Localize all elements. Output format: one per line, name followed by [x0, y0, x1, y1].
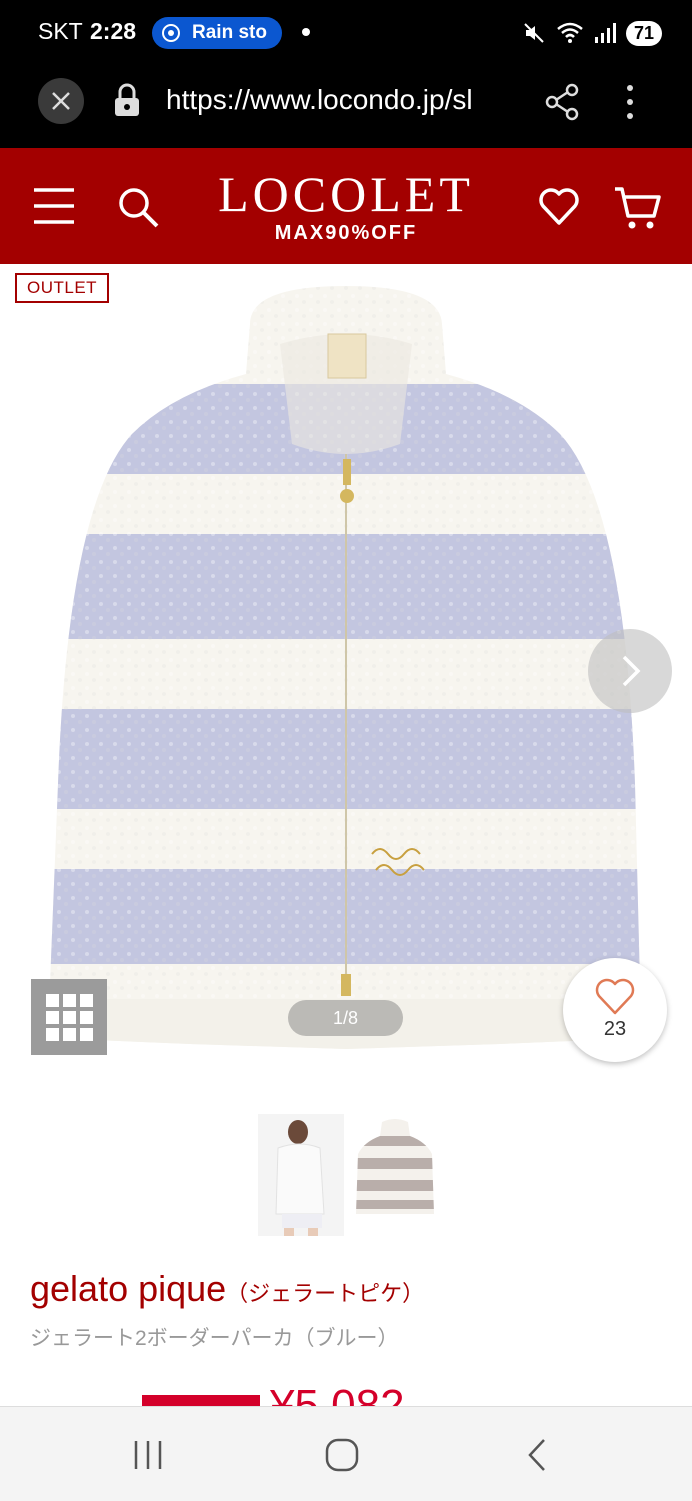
lock-icon[interactable]: [112, 82, 142, 120]
cart-icon[interactable]: [612, 184, 662, 232]
url-field[interactable]: https://www.locondo.jp/sl: [166, 84, 516, 116]
gray-stripe-hoodie-image: [356, 1119, 434, 1214]
price: ¥5,082: [270, 1384, 405, 1406]
favorite-button[interactable]: 23: [563, 958, 667, 1062]
share-icon[interactable]: [544, 82, 580, 122]
outlet-badge: OUTLET: [15, 273, 110, 303]
mute-icon: [524, 23, 544, 43]
thumbnail-model[interactable]: [258, 1114, 344, 1236]
notification-pill-label: Rain sto: [192, 22, 267, 43]
wifi-icon: [557, 22, 583, 43]
brand-kana: （ジェラートピケ）: [226, 1281, 425, 1306]
chevron-right-icon: [622, 655, 641, 687]
close-icon: [52, 92, 70, 110]
more-icon[interactable]: [614, 82, 646, 122]
home-icon[interactable]: [324, 1437, 360, 1473]
clock: 2:28: [90, 18, 137, 44]
product-name: ジェラート2ボーダーパーカ（ブルー）: [30, 1327, 399, 1350]
site-logo[interactable]: LOCOLET MAX90%OFF: [196, 166, 496, 244]
logo-sub: MAX90%OFF: [274, 222, 418, 244]
recent-apps-icon[interactable]: [132, 1439, 166, 1471]
brand-link[interactable]: gelato pique（ジェラートピケ）: [30, 1268, 424, 1310]
image-counter: 1/8: [288, 1000, 403, 1036]
next-image-button[interactable]: [588, 629, 672, 713]
image-grid-button[interactable]: [31, 979, 107, 1055]
favorite-count: 23: [603, 1018, 627, 1040]
status-bar: SKT 2:28 Rain sto 71: [0, 0, 692, 66]
system-nav-bar: [0, 1406, 692, 1501]
heart-icon[interactable]: [538, 186, 580, 226]
brand-name: gelato pique: [30, 1268, 227, 1309]
product-image-carousel[interactable]: OUTLET 1/8 23: [0, 264, 692, 1104]
back-icon[interactable]: [522, 1437, 552, 1473]
notification-dot: [302, 28, 310, 36]
close-tab-button[interactable]: [38, 78, 84, 124]
logo-main: LOCOLET: [218, 166, 474, 222]
heart-outline-icon: [595, 978, 635, 1015]
status-icons: 71: [522, 18, 662, 48]
model-photo-image: [258, 1114, 344, 1236]
record-icon: [162, 24, 180, 42]
notification-pill[interactable]: Rain sto: [152, 17, 282, 49]
battery-icon: 71: [625, 20, 662, 46]
thumbnail-gray-hoodie[interactable]: [352, 1114, 438, 1236]
search-icon[interactable]: [116, 185, 160, 229]
site-header: LOCOLET MAX90%OFF: [0, 148, 692, 264]
signal-icon: [594, 23, 616, 43]
menu-icon[interactable]: [32, 186, 76, 226]
grid-icon: [46, 994, 93, 1041]
browser-url-bar: https://www.locondo.jp/sl: [0, 66, 692, 148]
carrier: SKT: [38, 18, 83, 44]
